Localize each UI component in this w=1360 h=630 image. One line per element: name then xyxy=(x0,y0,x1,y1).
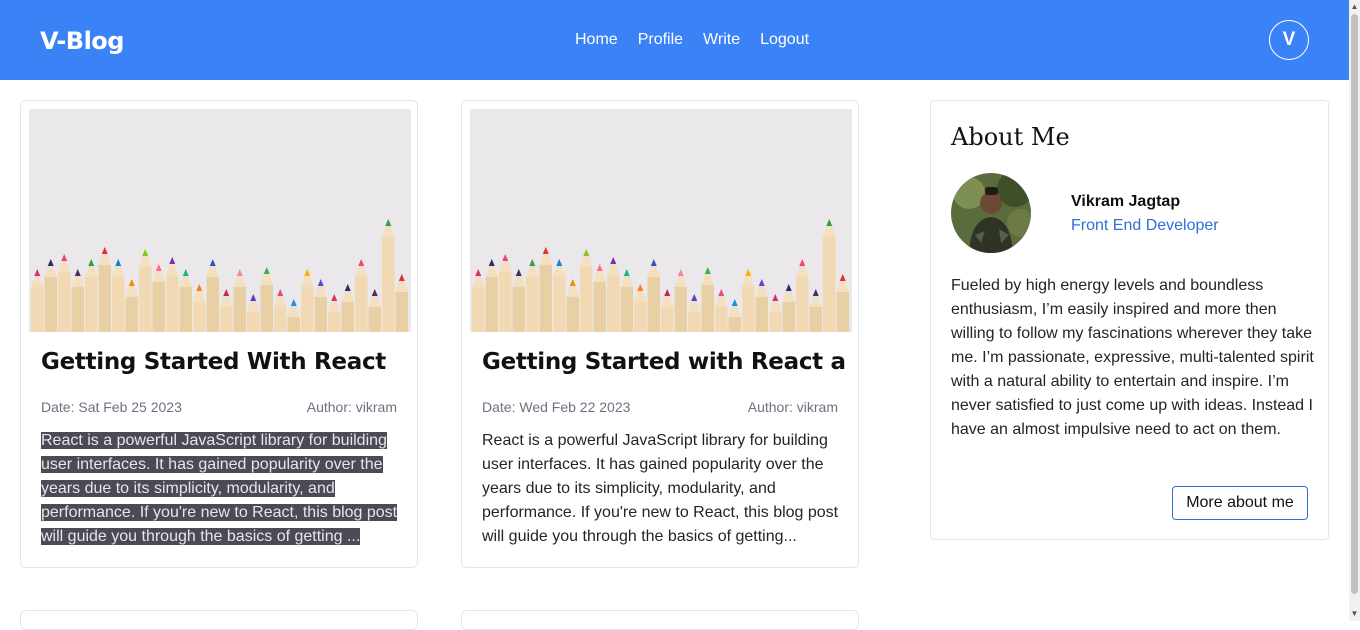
navbar: V-Blog Home Profile Write Logout V xyxy=(0,0,1349,80)
about-me-panel: About Me Vikram Jagtap Front End Develop… xyxy=(930,100,1329,540)
author-role: Front End Developer xyxy=(1071,217,1219,234)
post-title[interactable]: Getting Started with React a xyxy=(482,349,846,375)
scroll-down-arrow-icon[interactable]: ▼ xyxy=(1350,609,1359,618)
user-avatar[interactable]: V xyxy=(1269,20,1309,60)
scroll-up-arrow-icon[interactable]: ▲ xyxy=(1350,2,1359,11)
post-excerpt: React is a powerful JavaScript library f… xyxy=(41,429,401,549)
page-scrollbar[interactable]: ▲ ▼ xyxy=(1349,0,1360,621)
author-bio: Fueled by high energy levels and boundle… xyxy=(951,277,1314,438)
nav-links: Home Profile Write Logout xyxy=(575,31,809,49)
profile-photo xyxy=(951,173,1031,253)
post-excerpt: React is a powerful JavaScript library f… xyxy=(482,429,842,549)
post-card-partial[interactable] xyxy=(20,610,418,630)
nav-link-write[interactable]: Write xyxy=(703,31,740,49)
colored-pencils-image[interactable] xyxy=(470,109,852,332)
nav-link-profile[interactable]: Profile xyxy=(638,31,683,49)
post-card[interactable]: Getting Started with React a Date: Wed F… xyxy=(461,100,859,568)
post-excerpt-text: React is a powerful JavaScript library f… xyxy=(41,432,398,545)
post-excerpt-text: React is a powerful JavaScript library f… xyxy=(482,432,839,545)
post-author: Author: vikram xyxy=(747,399,838,415)
colored-pencils-image[interactable] xyxy=(29,109,411,332)
scrollbar-thumb[interactable] xyxy=(1351,14,1358,594)
post-title[interactable]: Getting Started With React xyxy=(41,349,386,375)
post-meta: Date: Sat Feb 25 2023 Author: vikram xyxy=(41,399,397,415)
about-heading: About Me xyxy=(951,123,1070,151)
post-meta: Date: Wed Feb 22 2023 Author: vikram xyxy=(482,399,838,415)
post-card[interactable]: Getting Started With React Date: Sat Feb… xyxy=(20,100,418,568)
post-date: Date: Wed Feb 22 2023 xyxy=(482,399,631,415)
post-date: Date: Sat Feb 25 2023 xyxy=(41,399,182,415)
author-name: Vikram Jagtap xyxy=(1071,193,1181,210)
nav-link-home[interactable]: Home xyxy=(575,31,618,49)
more-about-me-button[interactable]: More about me xyxy=(1172,486,1308,520)
nav-link-logout[interactable]: Logout xyxy=(760,31,809,49)
brand-logo[interactable]: V-Blog xyxy=(40,27,124,55)
post-author: Author: vikram xyxy=(306,399,397,415)
post-card-partial[interactable] xyxy=(461,610,859,630)
